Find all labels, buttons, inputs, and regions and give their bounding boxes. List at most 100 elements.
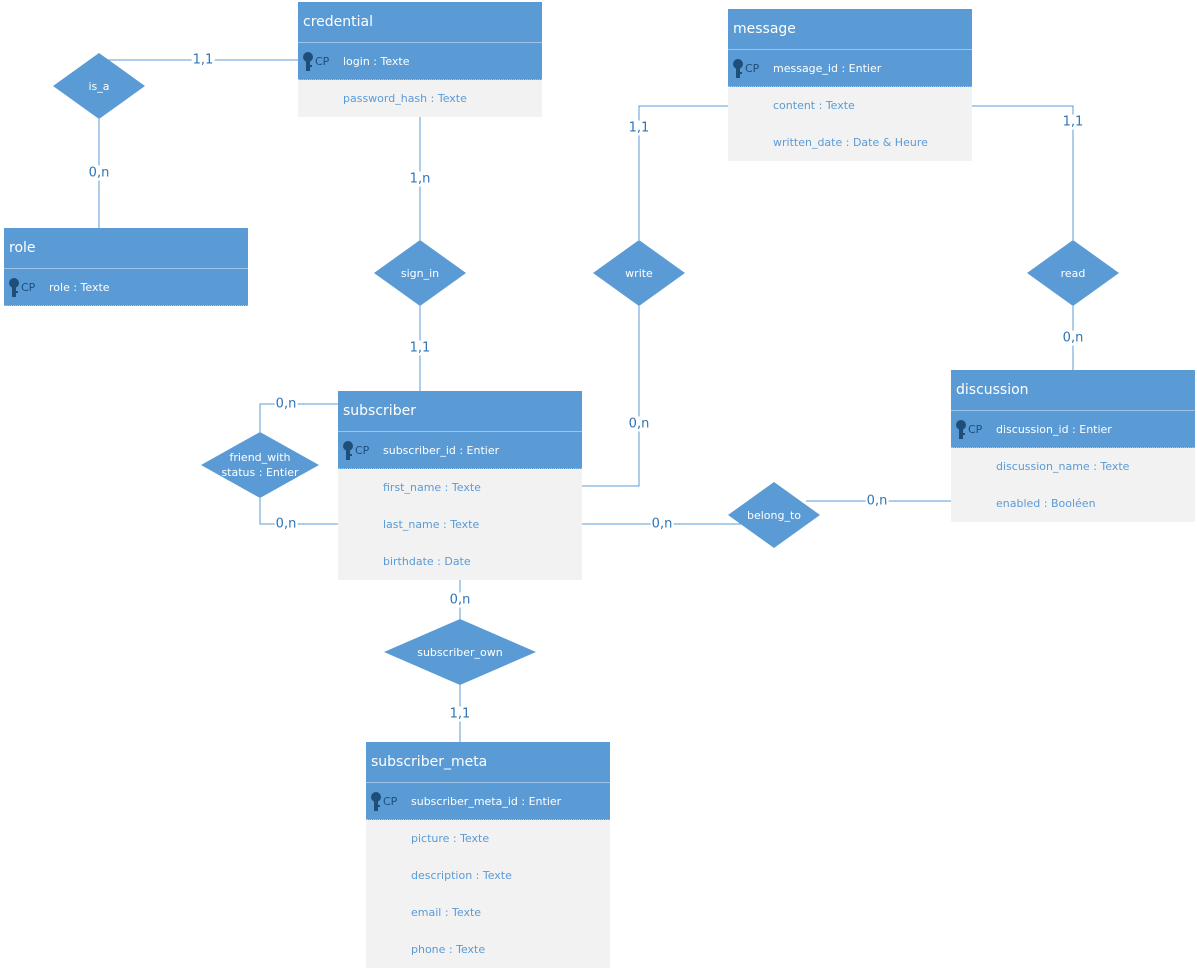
- attribute-row: first_name : Texte: [338, 469, 582, 506]
- cardinality-label: 0,n: [448, 592, 472, 608]
- key-icon: [956, 420, 966, 439]
- link-message-read: [972, 105, 1074, 240]
- attribute-row: last_name : Texte: [338, 506, 582, 543]
- link-subscriber-friend_with-1: [259, 403, 338, 432]
- primary-key-attribute: login : Texte: [343, 55, 410, 68]
- cardinality-label: 0,n: [627, 416, 651, 432]
- relationship-label: sign_in: [374, 240, 466, 306]
- cardinality-label: 1,1: [408, 340, 432, 356]
- primary-key-attribute: message_id : Entier: [773, 62, 882, 75]
- primary-key-attribute: subscriber_id : Entier: [383, 444, 500, 457]
- key-icon: [9, 278, 19, 297]
- attribute-label: content : Texte: [773, 99, 855, 112]
- cardinality-label: 1,1: [191, 52, 215, 68]
- relationship-label: subscriber_own: [384, 619, 536, 685]
- cardinality-label: 0,n: [865, 493, 889, 509]
- primary-key-marker: CP: [745, 62, 760, 75]
- attribute-row: phone : Texte: [366, 931, 610, 968]
- attribute-label: discussion_name : Texte: [996, 460, 1130, 473]
- relationship-sign_in[interactable]: sign_in: [374, 240, 466, 306]
- primary-key-attribute: discussion_id : Entier: [996, 423, 1112, 436]
- relationship-label: belong_to: [728, 482, 820, 548]
- primary-key-row: CP subscriber_id : Entier: [338, 432, 582, 469]
- relationship-write[interactable]: write: [593, 240, 685, 306]
- attribute-row: birthdate : Date: [338, 543, 582, 580]
- cardinality-label: 0,n: [87, 165, 111, 181]
- relationship-text: belong_to: [746, 508, 802, 522]
- cardinality-label: 0,n: [274, 516, 298, 532]
- attribute-row: email : Texte: [366, 894, 610, 931]
- key-icon: [303, 52, 313, 71]
- primary-key-row: CP login : Texte: [298, 43, 542, 80]
- entity-title: discussion: [951, 370, 1195, 411]
- entity-subscriber_meta[interactable]: subscriber_meta CP subscriber_meta_id : En…: [366, 742, 610, 968]
- link-subscriber-friend_with-2: [259, 498, 338, 525]
- link-subscriber-write: [582, 306, 640, 487]
- relationship-text: friend_with: [229, 451, 291, 464]
- entity-role[interactable]: role CP role : Texte: [4, 228, 248, 306]
- relationship-text: subscriber_own: [417, 645, 503, 659]
- link-message-write: [638, 105, 728, 240]
- primary-key-row: CP message_id : Entier: [728, 50, 972, 87]
- primary-key-row: CP role : Texte: [4, 269, 248, 306]
- entity-title: message: [728, 9, 972, 50]
- relationship-belong_to[interactable]: belong_to: [728, 482, 820, 548]
- attribute-row: written_date : Date & Heure: [728, 124, 972, 161]
- primary-key-marker: CP: [355, 444, 370, 457]
- primary-key-marker: CP: [315, 55, 330, 68]
- cardinality-label: 0,n: [274, 396, 298, 412]
- entity-title: subscriber_meta: [366, 742, 610, 783]
- attribute-label: password_hash : Texte: [343, 92, 467, 105]
- attribute-label: enabled : Booléen: [996, 497, 1096, 510]
- relationship-text: sign_in: [400, 266, 440, 280]
- attribute-label: first_name : Texte: [383, 481, 481, 494]
- entity-title: subscriber: [338, 391, 582, 432]
- attribute-label: phone : Texte: [411, 943, 486, 956]
- relationship-label: friend_with status : Entier: [201, 432, 319, 498]
- cardinality-label: 1,1: [627, 120, 651, 136]
- key-icon: [343, 441, 353, 460]
- attribute-row: enabled : Booléen: [951, 485, 1195, 522]
- cardinality-label: 0,n: [650, 516, 674, 532]
- attribute-row: password_hash : Texte: [298, 80, 542, 117]
- relationship-is_a[interactable]: is_a: [53, 53, 145, 119]
- relationship-friend_with[interactable]: friend_with status : Entier: [201, 432, 319, 498]
- attribute-label: picture : Texte: [411, 832, 490, 845]
- attribute-row: discussion_name : Texte: [951, 448, 1195, 485]
- attribute-row: description : Texte: [366, 857, 610, 894]
- relationship-label: read: [1027, 240, 1119, 306]
- relationship-text: write: [625, 266, 653, 280]
- relationship-text: is_a: [88, 79, 110, 93]
- relationship-read[interactable]: read: [1027, 240, 1119, 306]
- key-icon: [371, 792, 381, 811]
- cardinality-label: 1,1: [1061, 114, 1085, 130]
- cardinality-label: 1,1: [448, 706, 472, 722]
- entity-title: credential: [298, 2, 542, 43]
- attribute-label: last_name : Texte: [383, 518, 480, 531]
- attribute-label: birthdate : Date: [383, 555, 471, 568]
- primary-key-attribute: role : Texte: [49, 281, 110, 294]
- attribute-label: written_date : Date & Heure: [773, 136, 928, 149]
- cardinality-label: 1,n: [408, 171, 432, 187]
- primary-key-marker: CP: [968, 423, 983, 436]
- cardinality-label: 0,n: [1061, 330, 1085, 346]
- attribute-row: picture : Texte: [366, 820, 610, 857]
- primary-key-marker: CP: [21, 281, 36, 294]
- entity-subscriber[interactable]: subscriber CP subscriber_id : Entier first_…: [338, 391, 582, 580]
- primary-key-row: CP subscriber_meta_id : Entier: [366, 783, 610, 820]
- attribute-label: description : Texte: [411, 869, 512, 882]
- attribute-row: content : Texte: [728, 87, 972, 124]
- relationship-label: write: [593, 240, 685, 306]
- relationship-label: is_a: [53, 53, 145, 119]
- primary-key-marker: CP: [383, 795, 398, 808]
- entity-discussion[interactable]: discussion CP discussion_id : Entier discus…: [951, 370, 1195, 522]
- entity-title: role: [4, 228, 248, 269]
- entity-credential[interactable]: credential CP login : Texte password_hash :…: [298, 2, 542, 117]
- relationship-subscriber_own[interactable]: subscriber_own: [384, 619, 536, 685]
- key-icon: [733, 59, 743, 78]
- primary-key-row: CP discussion_id : Entier: [951, 411, 1195, 448]
- attribute-label: email : Texte: [411, 906, 482, 919]
- relationship-text: read: [1060, 266, 1086, 280]
- primary-key-attribute: subscriber_meta_id : Entier: [411, 795, 562, 808]
- entity-message[interactable]: message CP message_id : Entier content : Te…: [728, 9, 972, 161]
